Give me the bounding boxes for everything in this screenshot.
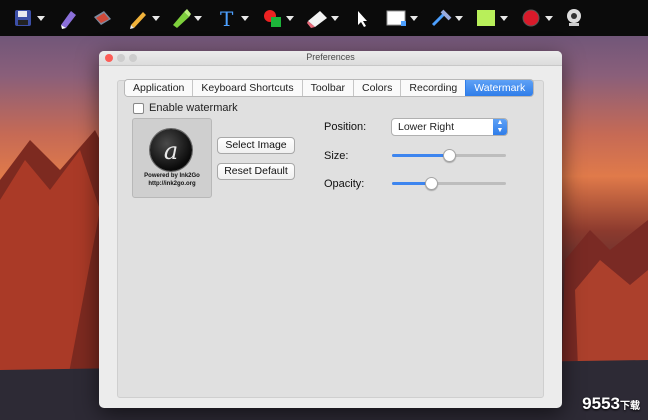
- pencil-tool[interactable]: [127, 0, 160, 36]
- highlighter-tool[interactable]: [57, 0, 79, 36]
- text-tool[interactable]: T: [216, 0, 249, 36]
- site-watermark-text: 下载: [620, 401, 640, 412]
- record-tool[interactable]: [520, 0, 553, 36]
- pencil-icon: [127, 7, 149, 29]
- chevron-down-icon[interactable]: [455, 15, 463, 21]
- webcam-icon: [563, 7, 585, 29]
- color-swatch-icon: [385, 7, 407, 29]
- position-label: Position:: [324, 121, 367, 133]
- chevron-down-icon[interactable]: [152, 15, 160, 21]
- tab-watermark[interactable]: Watermark: [465, 80, 534, 96]
- preview-url: http://ink2go.org: [148, 181, 196, 187]
- site-watermark-number: 9553: [582, 394, 620, 413]
- preferences-window: Preferences Application Keyboard Shortcu…: [99, 51, 562, 408]
- book-tool[interactable]: [91, 0, 113, 36]
- site-watermark: 9553下载: [582, 394, 640, 414]
- save-disk-icon: [12, 7, 34, 29]
- marker-tool[interactable]: [169, 0, 202, 36]
- chevron-down-icon[interactable]: [194, 15, 202, 21]
- eraser-tool[interactable]: [306, 0, 339, 36]
- ink2go-toolbar: T: [0, 0, 648, 36]
- size-slider[interactable]: [392, 149, 506, 162]
- svg-text:T: T: [220, 7, 234, 29]
- shapes-icon: [261, 7, 283, 29]
- webcam-tool[interactable]: [563, 0, 585, 36]
- tab-recording[interactable]: Recording: [400, 80, 466, 96]
- pointer-arrow-icon: [351, 7, 373, 29]
- tab-bar: Application Keyboard Shortcuts Toolbar C…: [124, 79, 535, 97]
- shapes-tool[interactable]: [261, 0, 294, 36]
- chevron-down-icon[interactable]: [410, 15, 418, 21]
- chevron-updown-icon: ▲ ▼: [493, 119, 507, 135]
- enable-watermark-label: Enable watermark: [149, 102, 238, 114]
- watermark-preview: a Powered by Ink2Go http://ink2go.org: [132, 118, 212, 198]
- chevron-down-icon[interactable]: [37, 15, 45, 21]
- size-slider-knob[interactable]: [443, 149, 456, 162]
- tab-application[interactable]: Application: [125, 80, 193, 96]
- opacity-slider[interactable]: [392, 177, 506, 190]
- reset-default-button[interactable]: Reset Default: [217, 163, 295, 180]
- chevron-down-icon[interactable]: [545, 15, 553, 21]
- position-value: Lower Right: [398, 121, 455, 133]
- highlighter-pen-icon: [57, 7, 79, 29]
- chevron-down-icon[interactable]: [286, 15, 294, 21]
- color-tool[interactable]: [385, 0, 418, 36]
- text-tool-icon: T: [216, 7, 238, 29]
- window-title: Preferences: [306, 52, 355, 62]
- logo-glyph: a: [163, 137, 179, 165]
- enable-watermark-row[interactable]: Enable watermark: [133, 102, 238, 114]
- opacity-slider-knob[interactable]: [425, 177, 438, 190]
- eraser-icon: [306, 7, 328, 29]
- record-icon: [520, 7, 542, 29]
- pointer-tool[interactable]: [351, 0, 373, 36]
- chevron-down-icon[interactable]: [241, 15, 249, 21]
- save-tool[interactable]: [12, 0, 45, 36]
- line-width-tool[interactable]: [430, 0, 463, 36]
- chevron-down-icon[interactable]: [331, 15, 339, 21]
- opacity-label: Opacity:: [324, 178, 365, 190]
- title-bar[interactable]: Preferences: [99, 51, 562, 66]
- tab-colors[interactable]: Colors: [353, 80, 401, 96]
- preview-caption: Powered by Ink2Go: [144, 173, 200, 179]
- marker-icon: [169, 7, 191, 29]
- tab-keyboard-shortcuts[interactable]: Keyboard Shortcuts: [192, 80, 302, 96]
- book-icon: [91, 7, 113, 29]
- enable-watermark-checkbox[interactable]: [133, 102, 144, 114]
- position-select[interactable]: Lower Right ▲ ▼: [391, 118, 508, 136]
- highlight-box-icon: [475, 7, 497, 29]
- tab-toolbar[interactable]: Toolbar: [301, 80, 354, 96]
- ink2go-logo: a: [150, 129, 192, 171]
- select-image-button[interactable]: Select Image: [217, 137, 295, 154]
- size-label: Size:: [324, 150, 349, 162]
- highlight-box-tool[interactable]: [475, 0, 508, 36]
- line-width-icon: [430, 7, 452, 29]
- chevron-down-icon[interactable]: [500, 15, 508, 21]
- size-slider-fill: [392, 154, 449, 157]
